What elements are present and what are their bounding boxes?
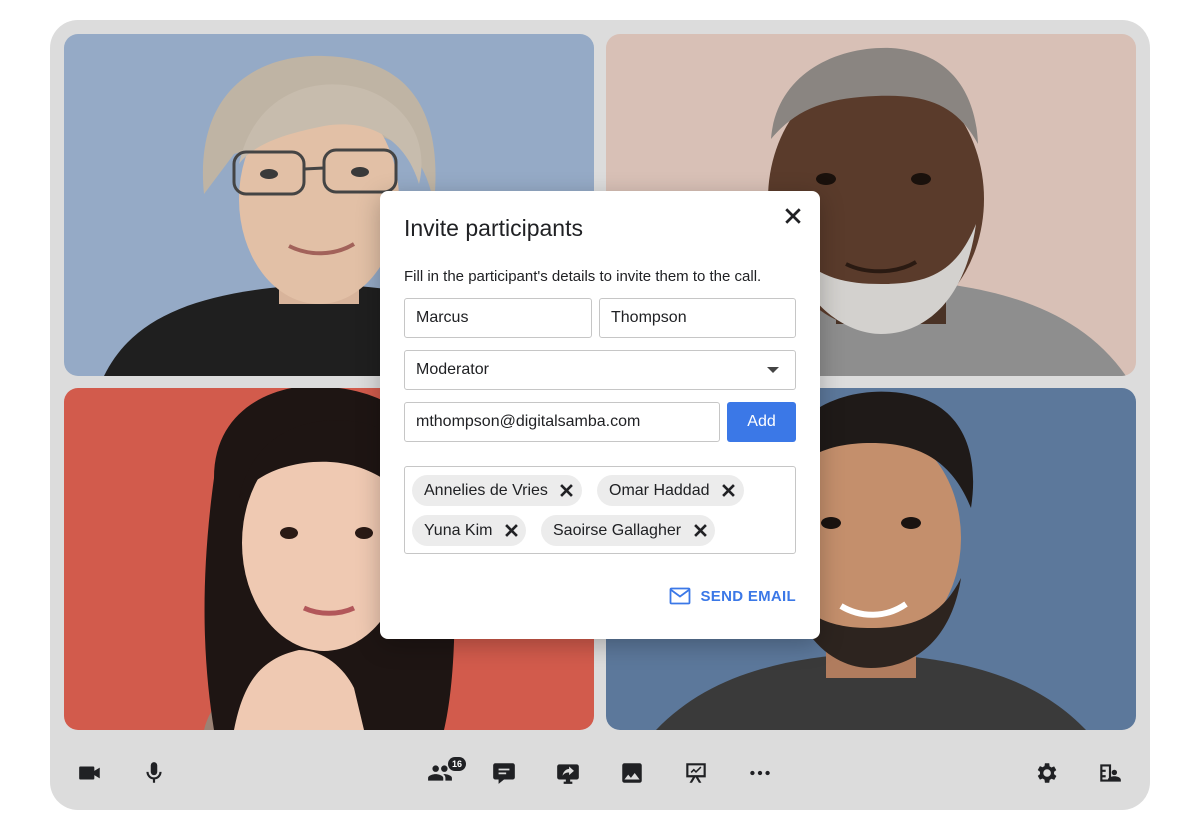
more-icon <box>750 770 770 776</box>
remove-invitee-button[interactable] <box>685 516 715 546</box>
dialog-description: Fill in the participant's details to inv… <box>404 268 762 285</box>
close-dialog-button[interactable] <box>780 203 806 229</box>
screen-share-button[interactable] <box>548 753 588 793</box>
send-email-label: SEND EMAIL <box>700 587 796 605</box>
invitee-chip: Yuna Kim <box>412 515 527 546</box>
settings-icon <box>1037 763 1057 783</box>
first-name-field[interactable]: Marcus <box>404 298 592 338</box>
dialog-title: Invite participants <box>404 215 583 241</box>
invitee-chip: Annelies de Vries <box>412 475 582 506</box>
gallery-button[interactable] <box>612 753 652 793</box>
remove-invitee-button[interactable] <box>552 476 582 506</box>
microphone-icon <box>146 762 162 783</box>
remove-icon <box>722 484 735 497</box>
invitee-chip: Saoirse Gallagher <box>541 515 716 546</box>
camera-icon <box>79 766 100 780</box>
send-email-button[interactable]: SEND EMAIL <box>669 586 796 606</box>
invitee-name: Saoirse Gallagher <box>553 521 682 539</box>
invitee-chip: Omar Haddad <box>597 475 744 506</box>
microphone-button[interactable] <box>134 753 174 793</box>
dropdown-caret-icon <box>767 367 779 373</box>
add-button[interactable]: Add <box>727 402 796 442</box>
remove-icon <box>505 524 518 537</box>
settings-button[interactable] <box>1026 753 1066 793</box>
gallery-icon <box>622 763 642 783</box>
screen-share-icon <box>557 764 579 784</box>
more-options-button[interactable] <box>740 753 780 793</box>
invitee-list: Annelies de Vries Omar Haddad Yuna Kim S… <box>404 466 796 554</box>
mail-icon <box>670 587 691 605</box>
invite-button[interactable] <box>1090 753 1130 793</box>
last-name-field[interactable]: Thompson <box>599 298 796 338</box>
participants-button[interactable]: 16 <box>420 753 466 793</box>
email-field[interactable]: mthompson@digitalsamba.com <box>404 402 720 442</box>
whiteboard-icon <box>686 763 706 783</box>
invite-icon <box>1100 764 1121 782</box>
invite-participants-dialog: Invite participants Fill in the particip… <box>380 191 820 639</box>
invitee-name: Yuna Kim <box>424 521 493 539</box>
role-select-value: Moderator <box>416 361 489 378</box>
remove-icon <box>693 524 707 537</box>
invitee-name: Annelies de Vries <box>424 481 548 499</box>
remove-icon <box>560 484 574 497</box>
participants-count-badge: 16 <box>448 757 466 771</box>
role-select[interactable]: Moderator <box>404 350 796 390</box>
remove-invitee-button[interactable] <box>496 516 526 546</box>
invitee-name: Omar Haddad <box>609 481 710 499</box>
whiteboard-button[interactable] <box>676 753 716 793</box>
close-icon <box>785 208 801 224</box>
chat-button[interactable] <box>484 753 524 793</box>
remove-invitee-button[interactable] <box>714 476 744 506</box>
camera-button[interactable] <box>70 753 110 793</box>
chat-icon <box>493 763 515 784</box>
